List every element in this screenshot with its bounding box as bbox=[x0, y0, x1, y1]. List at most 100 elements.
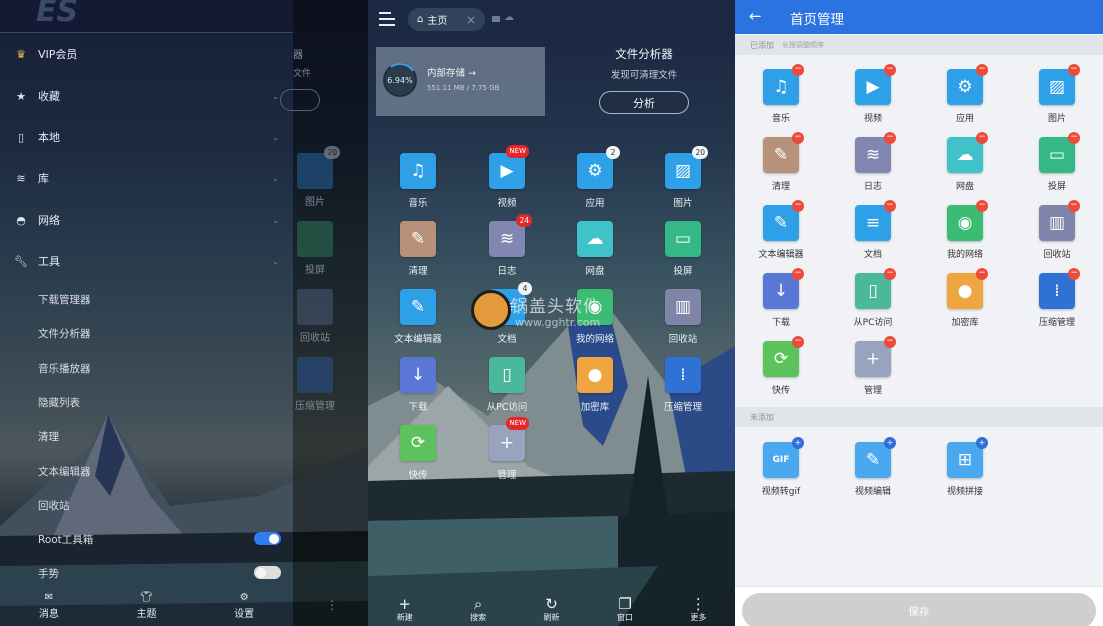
log-icon: ≋ bbox=[499, 229, 515, 249]
shortcut-pc-access[interactable]: ▯ 从PC访问 bbox=[472, 357, 542, 413]
remove-icon[interactable]: − bbox=[1068, 132, 1080, 144]
drawer-item-favorites[interactable]: ★ 收藏 ⌄ bbox=[0, 76, 293, 116]
tool-clean[interactable]: 清理 bbox=[38, 429, 59, 444]
tool-download-manager[interactable]: 下载管理器 bbox=[38, 292, 91, 307]
shortcut-zip[interactable]: ⁞ 压缩管理 bbox=[648, 357, 718, 413]
shortcut-video-gif[interactable]: GIF + 视频转gif bbox=[746, 437, 816, 497]
drawer-item-vip[interactable]: ♛ VIP会员 bbox=[0, 34, 293, 74]
shortcut-lock[interactable]: ● 加密库 bbox=[560, 357, 630, 413]
shortcut-document[interactable]: ≡ − 文档 bbox=[838, 200, 908, 260]
shortcut-image[interactable]: ▨ 20 图片 bbox=[648, 146, 718, 209]
shortcut-label: 文档 bbox=[863, 250, 882, 260]
remove-icon[interactable]: − bbox=[976, 268, 988, 280]
shortcut-zip[interactable]: ⁞ − 压缩管理 bbox=[1022, 268, 1092, 328]
shortcut-log[interactable]: ≋ 24 日志 bbox=[472, 214, 542, 277]
settings-button[interactable]: ⚙ 设置 bbox=[195, 588, 293, 626]
shortcut-video[interactable]: ▶ − 视频 bbox=[838, 64, 908, 124]
added-section-header: 已添加 长按调整顺序 bbox=[735, 35, 1103, 55]
drawer-item-label: 本地 bbox=[38, 131, 60, 144]
shortcut-router[interactable]: ◉ − 我的网络 bbox=[930, 200, 1000, 260]
shortcut-text-editor[interactable]: ✎ 文本编辑器 bbox=[383, 289, 453, 345]
shortcut-log[interactable]: ≋ − 日志 bbox=[838, 132, 908, 192]
remove-icon[interactable]: − bbox=[976, 200, 988, 212]
add-icon[interactable]: + bbox=[884, 437, 896, 449]
theme-button[interactable]: 👕︎ 主题 bbox=[98, 588, 196, 626]
shortcut-cloud[interactable]: ☁ − 网盘 bbox=[930, 132, 1000, 192]
shortcut-music[interactable]: ♫ − 音乐 bbox=[746, 64, 816, 124]
remove-icon[interactable]: − bbox=[976, 64, 988, 76]
shortcut-broom[interactable]: ✎ − 清理 bbox=[746, 132, 816, 192]
tool-hidden-list[interactable]: 隐藏列表 bbox=[38, 395, 80, 410]
shortcut-manage[interactable]: + − 管理 bbox=[838, 336, 908, 396]
shortcut-android[interactable]: ⚙ 2 应用 bbox=[560, 146, 630, 209]
remove-icon[interactable]: − bbox=[792, 268, 804, 280]
tile: ↓ bbox=[400, 357, 436, 393]
tool-file-analyzer[interactable]: 文件分析器 bbox=[38, 326, 91, 341]
remove-icon[interactable]: − bbox=[884, 336, 896, 348]
remove-icon[interactable]: − bbox=[1068, 200, 1080, 212]
remove-icon[interactable]: − bbox=[1068, 64, 1080, 76]
shortcut-video-edit[interactable]: ✎ + 视频编辑 bbox=[838, 437, 908, 497]
chevron-down-icon: ⌄ bbox=[272, 215, 279, 225]
drawer-item-library[interactable]: ≋ 库 ⌄ bbox=[0, 158, 293, 198]
remove-icon[interactable]: − bbox=[884, 200, 896, 212]
tool-recycle-bin[interactable]: 回收站 bbox=[38, 498, 70, 513]
shortcut-cast[interactable]: ▭ − 投屏 bbox=[1022, 132, 1092, 192]
tile: ⁞ − bbox=[1039, 268, 1080, 309]
remove-icon[interactable]: − bbox=[884, 64, 896, 76]
shortcut-label: 视频拼接 bbox=[946, 487, 983, 497]
tool-music-player[interactable]: 音乐播放器 bbox=[38, 361, 91, 376]
shortcut-image[interactable]: ▨ − 图片 bbox=[1022, 64, 1092, 124]
refresh-button[interactable]: ↻ 刷新 bbox=[515, 596, 588, 626]
shortcut-cast[interactable]: ▭ 投屏 bbox=[648, 221, 718, 277]
drawer-item-network[interactable]: ◓ 网络 ⌄ bbox=[0, 200, 293, 240]
remove-icon[interactable]: − bbox=[1068, 268, 1080, 280]
shortcut-cloud[interactable]: ☁ 网盘 bbox=[560, 221, 630, 277]
bottom-bar-label: 搜索 bbox=[470, 613, 487, 622]
drawer-item-local[interactable]: ▯ 本地 ⌄ bbox=[0, 117, 293, 157]
close-tab-icon[interactable]: × bbox=[466, 13, 476, 27]
shortcut-android[interactable]: ⚙ − 应用 bbox=[930, 64, 1000, 124]
plus-button[interactable]: + 新建 bbox=[368, 596, 441, 626]
shortcut-download[interactable]: ↓ − 下载 bbox=[746, 268, 816, 328]
messages-button[interactable]: ✉ 消息 bbox=[0, 588, 98, 626]
remove-icon[interactable]: − bbox=[976, 132, 988, 144]
analyze-button[interactable]: 分析 bbox=[599, 91, 689, 114]
shortcut-video-merge[interactable]: ⊞ + 视频拼接 bbox=[930, 437, 1000, 497]
windows-button[interactable]: ❐ 窗口 bbox=[588, 596, 661, 626]
shortcut-quick-transfer[interactable]: ⟳ 快传 bbox=[383, 425, 453, 481]
shortcut-video[interactable]: ▶ NEW 视频 bbox=[472, 145, 542, 209]
save-button[interactable]: 保存 bbox=[742, 593, 1096, 626]
tab-home[interactable]: ⌂ 主页 × bbox=[408, 8, 485, 31]
storage-card[interactable]: 6.94% 内部存储 → 551.11 MB / 7.75 GB bbox=[376, 47, 545, 116]
remove-icon[interactable]: − bbox=[884, 268, 896, 280]
add-icon[interactable]: + bbox=[976, 437, 988, 449]
remove-icon[interactable]: − bbox=[792, 200, 804, 212]
remove-icon[interactable]: − bbox=[884, 132, 896, 144]
gesture-toggle[interactable] bbox=[254, 566, 281, 579]
back-arrow-icon[interactable]: ← bbox=[749, 7, 762, 25]
cloud-icon[interactable]: ☁ bbox=[504, 12, 514, 23]
root-toolbox-toggle[interactable] bbox=[254, 532, 281, 545]
remove-icon[interactable]: − bbox=[792, 132, 804, 144]
drawer-item-tools[interactable]: 🔧︎ 工具 ⌄ bbox=[0, 241, 293, 281]
shortcut-music[interactable]: ♫ 音乐 bbox=[383, 153, 453, 209]
shortcut-trash[interactable]: ▥ 回收站 bbox=[648, 289, 718, 345]
window-icon[interactable] bbox=[492, 16, 500, 22]
shortcut-broom[interactable]: ✎ 清理 bbox=[383, 221, 453, 277]
menu-icon[interactable] bbox=[379, 12, 395, 26]
search-button[interactable]: ⌕ 搜索 bbox=[441, 596, 514, 626]
shortcut-manage[interactable]: + NEW 管理 bbox=[472, 417, 542, 481]
shortcut-lock[interactable]: ● − 加密库 bbox=[930, 268, 1000, 328]
shortcut-quick-transfer[interactable]: ⟳ − 快传 bbox=[746, 336, 816, 396]
shortcut-trash[interactable]: ▥ − 回收站 bbox=[1022, 200, 1092, 260]
add-icon[interactable]: + bbox=[792, 437, 804, 449]
shortcut-download[interactable]: ↓ 下载 bbox=[383, 357, 453, 413]
tile: ▥ bbox=[665, 289, 701, 325]
shortcut-pc-access[interactable]: ▯ − 从PC访问 bbox=[838, 268, 908, 328]
remove-icon[interactable]: − bbox=[792, 336, 804, 348]
remove-icon[interactable]: − bbox=[792, 64, 804, 76]
more-button[interactable]: ⋮ 更多 bbox=[662, 596, 735, 626]
shortcut-text-editor[interactable]: ✎ − 文本编辑器 bbox=[746, 200, 816, 260]
tool-text-editor[interactable]: 文本编辑器 bbox=[38, 464, 91, 479]
